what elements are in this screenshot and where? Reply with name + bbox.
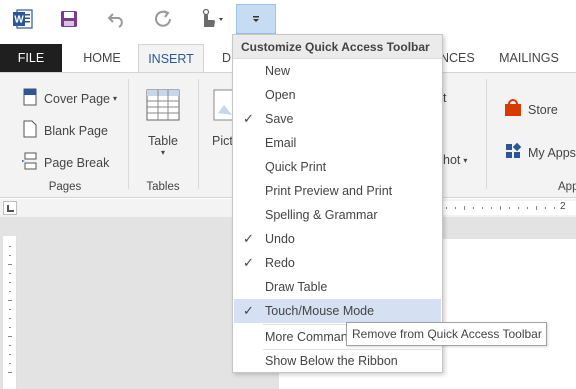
tab-selector-icon[interactable] — [3, 201, 17, 215]
checkmark-icon: ✓ — [243, 231, 254, 246]
svg-text:W: W — [14, 15, 24, 26]
menu-item-redo[interactable]: ✓ Redo — [234, 251, 441, 275]
cover-page-button[interactable]: Cover Page ▾ — [22, 88, 117, 109]
redo-icon[interactable] — [148, 4, 178, 34]
my-apps-label: My Apps — [528, 145, 576, 160]
ruler-tick-label: 2 — [560, 201, 566, 212]
group-divider — [128, 79, 129, 189]
store-label: Store — [528, 102, 558, 117]
vertical-ruler[interactable] — [3, 236, 17, 389]
title-bar: W — [0, 0, 576, 38]
group-divider — [486, 79, 487, 189]
group-divider — [198, 79, 199, 189]
menu-item-undo[interactable]: ✓ Undo — [234, 227, 441, 251]
menu-item-email[interactable]: Email — [234, 131, 441, 155]
page-break-icon — [22, 152, 38, 173]
checkmark-icon: ✓ — [243, 303, 254, 318]
tab-file[interactable]: FILE — [0, 44, 62, 73]
pictures-button[interactable]: Pict — [212, 89, 235, 148]
store-icon — [504, 99, 522, 120]
menu-item-label: Print Preview and Print — [265, 184, 393, 198]
chevron-down-icon: ▾ — [463, 155, 468, 165]
word-logo-icon[interactable]: W — [8, 4, 38, 34]
menu-header: Customize Quick Access Toolbar — [233, 35, 442, 59]
table-icon — [146, 89, 180, 124]
blank-page-button[interactable]: Blank Page — [22, 120, 108, 141]
menu-item-label: New — [265, 64, 291, 78]
my-apps-button[interactable]: My Apps — [504, 142, 576, 163]
horizontal-ruler[interactable]: 2 — [440, 201, 576, 215]
page-break-button[interactable]: Page Break — [22, 152, 109, 173]
menu-item-label: Email — [265, 136, 297, 150]
menu-item-draw-table[interactable]: Draw Table — [234, 275, 441, 299]
cover-page-label: Cover Page — [44, 91, 111, 106]
menu-item-label: Show Below the Ribbon — [265, 354, 398, 368]
menu-item-show-below-ribbon[interactable]: Show Below the Ribbon — [234, 349, 441, 373]
undo-icon[interactable] — [102, 4, 132, 34]
touch-mode-icon[interactable] — [192, 4, 230, 34]
tab-insert[interactable]: INSERT — [138, 44, 204, 74]
menu-item-label: Save — [265, 112, 294, 126]
blank-page-icon — [22, 120, 38, 141]
menu-item-label: Quick Print — [265, 160, 327, 174]
chevron-down-icon: ▾ — [113, 94, 118, 103]
menu-item-label: Draw Table — [265, 280, 328, 294]
screenshot-partial[interactable]: hot ▾ — [443, 153, 467, 167]
store-button[interactable]: Store — [504, 99, 558, 120]
tab-mailings[interactable]: MAILINGS — [486, 44, 572, 73]
smartart-partial[interactable]: t — [443, 91, 446, 105]
apps-group-label: App — [558, 181, 576, 193]
menu-item-print-preview[interactable]: Print Preview and Print — [234, 179, 441, 203]
pictures-label: Pict — [212, 134, 233, 148]
menu-item-label: Touch/Mouse Mode — [265, 304, 375, 318]
screenshot-label: hot — [443, 153, 461, 167]
tab-home[interactable]: HOME — [70, 44, 134, 73]
pictures-icon — [212, 89, 235, 124]
checkmark-icon: ✓ — [243, 255, 254, 270]
cover-page-icon — [22, 88, 38, 109]
page-break-label: Page Break — [44, 155, 110, 170]
table-label: Table — [148, 134, 178, 148]
customize-dropdown-icon[interactable] — [236, 4, 276, 34]
menu-item-new[interactable]: New — [234, 59, 441, 83]
menu-item-label: Open — [265, 88, 296, 102]
save-icon[interactable] — [54, 4, 84, 34]
blank-page-label: Blank Page — [44, 123, 108, 138]
menu-item-save[interactable]: ✓ Save — [234, 107, 441, 131]
menu-item-label: Redo — [265, 256, 295, 270]
table-button[interactable]: Table ▾ — [146, 89, 180, 157]
tab-references[interactable]: NCES — [440, 44, 475, 73]
chevron-down-icon: ▾ — [160, 148, 165, 157]
pages-group-label: Pages — [48, 181, 82, 193]
menu-item-touch-mouse-mode[interactable]: ✓ Touch/Mouse Mode — [234, 299, 441, 323]
menu-item-quick-print[interactable]: Quick Print — [234, 155, 441, 179]
my-apps-icon — [504, 142, 522, 163]
menu-item-label: Spelling & Grammar — [265, 208, 378, 222]
tooltip: Remove from Quick Access Toolbar — [346, 322, 547, 346]
menu-item-label: Undo — [265, 232, 295, 246]
menu-item-open[interactable]: Open — [234, 83, 441, 107]
tables-group-label: Tables — [146, 181, 180, 193]
menu-item-spelling[interactable]: Spelling & Grammar — [234, 203, 441, 227]
checkmark-icon: ✓ — [243, 111, 254, 126]
